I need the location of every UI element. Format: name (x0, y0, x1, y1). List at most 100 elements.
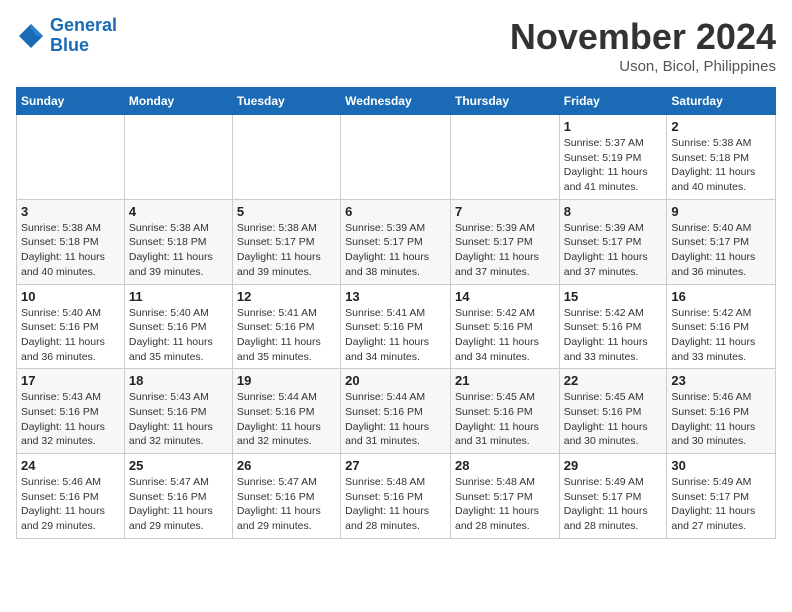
day-info: Sunrise: 5:37 AM Sunset: 5:19 PM Dayligh… (564, 136, 663, 195)
calendar-cell: 8 Sunrise: 5:39 AM Sunset: 5:17 PM Daylig… (559, 199, 667, 284)
weekday-header-sunday: Sunday (17, 88, 125, 115)
calendar-cell (450, 115, 559, 200)
day-info: Sunrise: 5:40 AM Sunset: 5:17 PM Dayligh… (671, 221, 771, 280)
calendar-cell: 16Sunrise: 5:42 AM Sunset: 5:16 PM Dayli… (667, 284, 776, 369)
day-info: Sunrise: 5:40 AM Sunset: 5:16 PM Dayligh… (21, 306, 120, 365)
day-info: Sunrise: 5:39 AM Sunset: 5:17 PM Dayligh… (455, 221, 555, 280)
day-number: 17 (21, 373, 120, 388)
logo: General Blue (16, 16, 117, 56)
day-info: Sunrise: 5:48 AM Sunset: 5:16 PM Dayligh… (345, 475, 446, 534)
day-number: 15 (564, 289, 663, 304)
title-block: November 2024 Uson, Bicol, Philippines (510, 16, 776, 75)
calendar-week-row: 17 Sunrise: 5:43 AM Sunset: 5:16 PM Dayli… (17, 369, 776, 454)
day-info: Sunrise: 5:46 AM Sunset: 5:16 PM Dayligh… (671, 390, 771, 449)
day-number: 16 (671, 289, 771, 304)
weekday-header-friday: Friday (559, 88, 667, 115)
day-info: Sunrise: 5:40 AM Sunset: 5:16 PM Dayligh… (129, 306, 228, 365)
day-number: 11 (129, 289, 228, 304)
weekday-header-monday: Monday (124, 88, 232, 115)
day-number: 8 (564, 204, 663, 219)
day-info: Sunrise: 5:39 AM Sunset: 5:17 PM Dayligh… (564, 221, 663, 280)
day-info: Sunrise: 5:38 AM Sunset: 5:17 PM Dayligh… (237, 221, 336, 280)
day-info: Sunrise: 5:41 AM Sunset: 5:16 PM Dayligh… (237, 306, 336, 365)
month-title: November 2024 (510, 16, 776, 58)
day-number: 9 (671, 204, 771, 219)
calendar-cell (17, 115, 125, 200)
calendar-cell: 13 Sunrise: 5:41 AM Sunset: 5:16 PM Dayli… (341, 284, 451, 369)
day-number: 3 (21, 204, 120, 219)
calendar-cell: 9 Sunrise: 5:40 AM Sunset: 5:17 PM Daylig… (667, 199, 776, 284)
day-info: Sunrise: 5:45 AM Sunset: 5:16 PM Dayligh… (564, 390, 663, 449)
day-number: 7 (455, 204, 555, 219)
calendar-cell: 18 Sunrise: 5:43 AM Sunset: 5:16 PM Dayli… (124, 369, 232, 454)
day-info: Sunrise: 5:46 AM Sunset: 5:16 PM Dayligh… (21, 475, 120, 534)
day-info: Sunrise: 5:49 AM Sunset: 5:17 PM Dayligh… (671, 475, 771, 534)
day-number: 21 (455, 373, 555, 388)
day-info: Sunrise: 5:42 AM Sunset: 5:16 PM Dayligh… (455, 306, 555, 365)
calendar-cell (124, 115, 232, 200)
logo-text: General Blue (50, 16, 117, 56)
day-number: 10 (21, 289, 120, 304)
day-number: 30 (671, 458, 771, 473)
day-number: 23 (671, 373, 771, 388)
calendar-header: SundayMondayTuesdayWednesdayThursdayFrid… (17, 88, 776, 115)
day-number: 28 (455, 458, 555, 473)
calendar-cell: 17 Sunrise: 5:43 AM Sunset: 5:16 PM Dayli… (17, 369, 125, 454)
calendar-cell: 22 Sunrise: 5:45 AM Sunset: 5:16 PM Dayli… (559, 369, 667, 454)
calendar-cell: 1Sunrise: 5:37 AM Sunset: 5:19 PM Daylig… (559, 115, 667, 200)
calendar-cell (341, 115, 451, 200)
calendar-cell: 23 Sunrise: 5:46 AM Sunset: 5:16 PM Dayli… (667, 369, 776, 454)
day-number: 29 (564, 458, 663, 473)
day-info: Sunrise: 5:45 AM Sunset: 5:16 PM Dayligh… (455, 390, 555, 449)
day-number: 27 (345, 458, 446, 473)
weekday-header-tuesday: Tuesday (232, 88, 340, 115)
day-info: Sunrise: 5:38 AM Sunset: 5:18 PM Dayligh… (671, 136, 771, 195)
day-number: 12 (237, 289, 336, 304)
day-info: Sunrise: 5:47 AM Sunset: 5:16 PM Dayligh… (129, 475, 228, 534)
day-number: 4 (129, 204, 228, 219)
day-number: 20 (345, 373, 446, 388)
calendar-cell: 27 Sunrise: 5:48 AM Sunset: 5:16 PM Dayli… (341, 454, 451, 539)
day-number: 13 (345, 289, 446, 304)
day-number: 14 (455, 289, 555, 304)
calendar-cell: 15Sunrise: 5:42 AM Sunset: 5:16 PM Dayli… (559, 284, 667, 369)
location-subtitle: Uson, Bicol, Philippines (510, 58, 776, 75)
day-info: Sunrise: 5:48 AM Sunset: 5:17 PM Dayligh… (455, 475, 555, 534)
calendar-week-row: 1Sunrise: 5:37 AM Sunset: 5:19 PM Daylig… (17, 115, 776, 200)
calendar-cell: 26 Sunrise: 5:47 AM Sunset: 5:16 PM Dayli… (232, 454, 340, 539)
day-info: Sunrise: 5:38 AM Sunset: 5:18 PM Dayligh… (21, 221, 120, 280)
weekday-header-row: SundayMondayTuesdayWednesdayThursdayFrid… (17, 88, 776, 115)
day-number: 18 (129, 373, 228, 388)
day-number: 26 (237, 458, 336, 473)
day-number: 25 (129, 458, 228, 473)
calendar-cell: 11 Sunrise: 5:40 AM Sunset: 5:16 PM Dayli… (124, 284, 232, 369)
day-number: 2 (671, 119, 771, 134)
calendar-cell: 28 Sunrise: 5:48 AM Sunset: 5:17 PM Dayli… (450, 454, 559, 539)
weekday-header-thursday: Thursday (450, 88, 559, 115)
day-info: Sunrise: 5:47 AM Sunset: 5:16 PM Dayligh… (237, 475, 336, 534)
logo-icon (16, 21, 46, 51)
calendar-cell: 6Sunrise: 5:39 AM Sunset: 5:17 PM Daylig… (341, 199, 451, 284)
day-info: Sunrise: 5:38 AM Sunset: 5:18 PM Dayligh… (129, 221, 228, 280)
weekday-header-wednesday: Wednesday (341, 88, 451, 115)
day-info: Sunrise: 5:49 AM Sunset: 5:17 PM Dayligh… (564, 475, 663, 534)
weekday-header-saturday: Saturday (667, 88, 776, 115)
calendar-cell: 20Sunrise: 5:44 AM Sunset: 5:16 PM Dayli… (341, 369, 451, 454)
calendar-body: 1Sunrise: 5:37 AM Sunset: 5:19 PM Daylig… (17, 115, 776, 539)
calendar-cell: 25 Sunrise: 5:47 AM Sunset: 5:16 PM Dayli… (124, 454, 232, 539)
calendar-cell: 30 Sunrise: 5:49 AM Sunset: 5:17 PM Dayli… (667, 454, 776, 539)
calendar-week-row: 24Sunrise: 5:46 AM Sunset: 5:16 PM Dayli… (17, 454, 776, 539)
calendar-cell (232, 115, 340, 200)
day-info: Sunrise: 5:43 AM Sunset: 5:16 PM Dayligh… (21, 390, 120, 449)
calendar-cell: 19Sunrise: 5:44 AM Sunset: 5:16 PM Dayli… (232, 369, 340, 454)
calendar-cell: 24Sunrise: 5:46 AM Sunset: 5:16 PM Dayli… (17, 454, 125, 539)
calendar-cell: 29 Sunrise: 5:49 AM Sunset: 5:17 PM Dayli… (559, 454, 667, 539)
calendar-cell: 21 Sunrise: 5:45 AM Sunset: 5:16 PM Dayli… (450, 369, 559, 454)
day-info: Sunrise: 5:44 AM Sunset: 5:16 PM Dayligh… (237, 390, 336, 449)
day-number: 22 (564, 373, 663, 388)
day-info: Sunrise: 5:43 AM Sunset: 5:16 PM Dayligh… (129, 390, 228, 449)
calendar-cell: 4 Sunrise: 5:38 AM Sunset: 5:18 PM Daylig… (124, 199, 232, 284)
calendar-cell: 10 Sunrise: 5:40 AM Sunset: 5:16 PM Dayli… (17, 284, 125, 369)
day-info: Sunrise: 5:41 AM Sunset: 5:16 PM Dayligh… (345, 306, 446, 365)
calendar-cell: 2 Sunrise: 5:38 AM Sunset: 5:18 PM Daylig… (667, 115, 776, 200)
